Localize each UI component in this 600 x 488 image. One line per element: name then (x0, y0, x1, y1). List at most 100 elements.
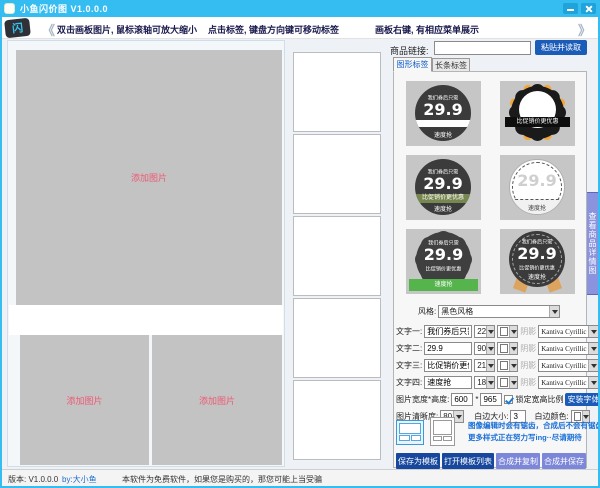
tips-toolbar: 闪 《 双击画板图片, 鼠标滚轴可放大缩小 点击标签, 键盘方向键可移动标签 画… (0, 17, 600, 39)
text2-color-select[interactable] (497, 342, 518, 355)
text4-color-select[interactable] (497, 376, 518, 389)
times-separator: * (475, 395, 478, 404)
badge-style-5[interactable]: 我们券后只需 29.9 比促销价更优惠 速度抢 (406, 229, 481, 294)
lock-ratio-label: 锁定宽高比例 (515, 394, 563, 405)
text2-font-value: Kantiva Cyrillic (541, 345, 586, 353)
chevron-down-icon[interactable] (588, 343, 598, 354)
layout-option-2[interactable] (430, 417, 455, 446)
badge-6-circle: 我们券后只需 29.9 比促销价更优惠 速度抢 (509, 231, 565, 287)
chevron-down-icon[interactable] (509, 326, 517, 337)
text1-color-select[interactable] (497, 325, 518, 338)
text3-color-select[interactable] (497, 359, 518, 372)
chevron-down-icon[interactable] (486, 360, 494, 371)
add-image-label: 添加图片 (131, 171, 167, 184)
template-preview-4[interactable] (293, 298, 381, 378)
chevron-down-icon[interactable] (486, 326, 494, 337)
badge-middle-text: 比促销价更优惠 (420, 264, 467, 272)
layout-big-rect (433, 420, 452, 435)
app-icon (4, 3, 15, 14)
paste-and-read-button[interactable]: 粘贴并读取 (535, 40, 587, 55)
compose-copy-button[interactable]: 合成并复制 (496, 453, 540, 469)
badge-top-text: 我们券后只需 (513, 238, 561, 246)
text-row-1: 文字一: 22 阴影 Kantiva Cyrillic (396, 325, 599, 338)
badge-style-6[interactable]: 我们券后只需 29.9 比促销价更优惠 速度抢 (500, 229, 575, 294)
text1-font-value: Kantiva Cyrillic (541, 328, 586, 336)
text-row-4: 文字四: 18 阴影 Kantiva Cyrillic (396, 376, 599, 389)
open-template-list-button[interactable]: 打开模板列表 (442, 453, 494, 469)
badge-top-text: 我们券后只需 (420, 239, 467, 247)
image-height-input[interactable] (480, 393, 502, 406)
canvas-main-image-slot[interactable]: 添加图片 (16, 50, 282, 305)
window-controls (563, 3, 596, 14)
text4-size-select[interactable]: 18 (474, 376, 495, 389)
text1-input[interactable] (424, 325, 472, 338)
text4-font-select[interactable]: Kantiva Cyrillic (538, 376, 599, 389)
close-button[interactable] (581, 3, 596, 14)
tab-graphic-label[interactable]: 图形标签 (393, 57, 432, 72)
chevron-down-icon[interactable] (588, 360, 598, 371)
layout-small-rect (411, 435, 422, 441)
app-logo-icon: 闪 (4, 18, 31, 39)
text3-font-select[interactable]: Kantiva Cyrillic (538, 359, 599, 372)
badge-style-1[interactable]: 我们券后只需 29.9 速度抢 (406, 81, 481, 146)
chevron-down-icon[interactable] (549, 306, 559, 317)
canvas-panel: 添加图片 添加图片 添加图片 (7, 40, 285, 467)
product-detail-side-tab[interactable]: 查看商品详情图 (585, 192, 599, 295)
product-link-label: 商品链接: (390, 44, 429, 57)
layout-small-rect (433, 436, 442, 441)
badge-bottom-text: 速度抢 (415, 130, 471, 139)
canvas-sub-image-slot-2[interactable]: 添加图片 (152, 335, 282, 465)
text2-font-select[interactable]: Kantiva Cyrillic (538, 342, 599, 355)
chevron-down-icon[interactable] (509, 360, 517, 371)
minimize-icon (567, 9, 574, 11)
chevron-down-icon[interactable] (486, 377, 494, 388)
layout-small-rect (443, 436, 452, 441)
template-preview-3[interactable] (293, 216, 381, 296)
text1-size-select[interactable]: 22 (474, 325, 495, 338)
chevron-down-icon[interactable] (588, 326, 598, 337)
color-swatch (500, 344, 508, 353)
badge-style-4[interactable]: 29.9 速度抢 (500, 155, 575, 220)
badge-style-3[interactable]: 我们券后只需 29.9 比促销价更优惠 速度抢 (406, 155, 481, 220)
badge-style-2[interactable]: 比促销价更优惠 (500, 81, 575, 146)
template-preview-1[interactable] (293, 52, 381, 132)
text2-input[interactable] (424, 342, 472, 355)
status-bar: 版本: V1.0.0.0 by:大小鱼 本软件为免费软件，如果您是购买的，那您可… (0, 469, 600, 486)
save-template-button[interactable]: 保存为模板 (396, 453, 440, 469)
badge-price-text: 29.9 (416, 247, 471, 264)
image-width-input[interactable] (451, 393, 473, 406)
minimize-button[interactable] (563, 3, 578, 14)
badge-middle-text: 比促销价更优惠 (415, 194, 471, 203)
text3-input[interactable] (424, 359, 472, 372)
text1-shadow-label: 阴影 (520, 326, 536, 337)
badge-price-text: 29.9 (415, 176, 471, 193)
layout-option-1[interactable] (396, 420, 424, 445)
badge-3-circle: 我们券后只需 29.9 比促销价更优惠 速度抢 (415, 159, 471, 215)
badge-price-text: 29.9 (510, 173, 564, 190)
close-icon (585, 5, 593, 13)
compose-save-button[interactable]: 合成并保存 (542, 453, 586, 469)
text4-size-value: 18 (477, 378, 486, 387)
add-image-label: 添加图片 (199, 394, 235, 407)
text2-size-select[interactable]: 90 (474, 342, 495, 355)
layout-small-row (433, 436, 452, 441)
style-select[interactable]: 黑色风格 (438, 305, 560, 318)
chevron-down-icon[interactable] (588, 377, 598, 388)
chevron-down-icon[interactable] (509, 343, 517, 354)
text3-size-select[interactable]: 21 (474, 359, 495, 372)
template-preview-5[interactable] (293, 380, 381, 460)
text2-shadow-label: 阴影 (520, 343, 536, 354)
lock-ratio-checkbox[interactable] (504, 395, 513, 404)
canvas-sub-image-slot-1[interactable]: 添加图片 (20, 335, 149, 465)
chevron-down-icon[interactable] (509, 377, 517, 388)
author-link[interactable]: by:大小鱼 (62, 474, 97, 485)
product-link-input[interactable] (434, 41, 531, 55)
text3-size-value: 21 (477, 361, 486, 370)
text1-size-value: 22 (477, 327, 486, 336)
template-preview-2[interactable] (293, 134, 381, 214)
tab-strip-label[interactable]: 长条标签 (432, 58, 470, 72)
text4-input[interactable] (424, 376, 472, 389)
chevron-down-icon[interactable] (486, 343, 494, 354)
install-font-button[interactable]: 安装字体 (565, 393, 600, 406)
text1-font-select[interactable]: Kantiva Cyrillic (538, 325, 599, 338)
